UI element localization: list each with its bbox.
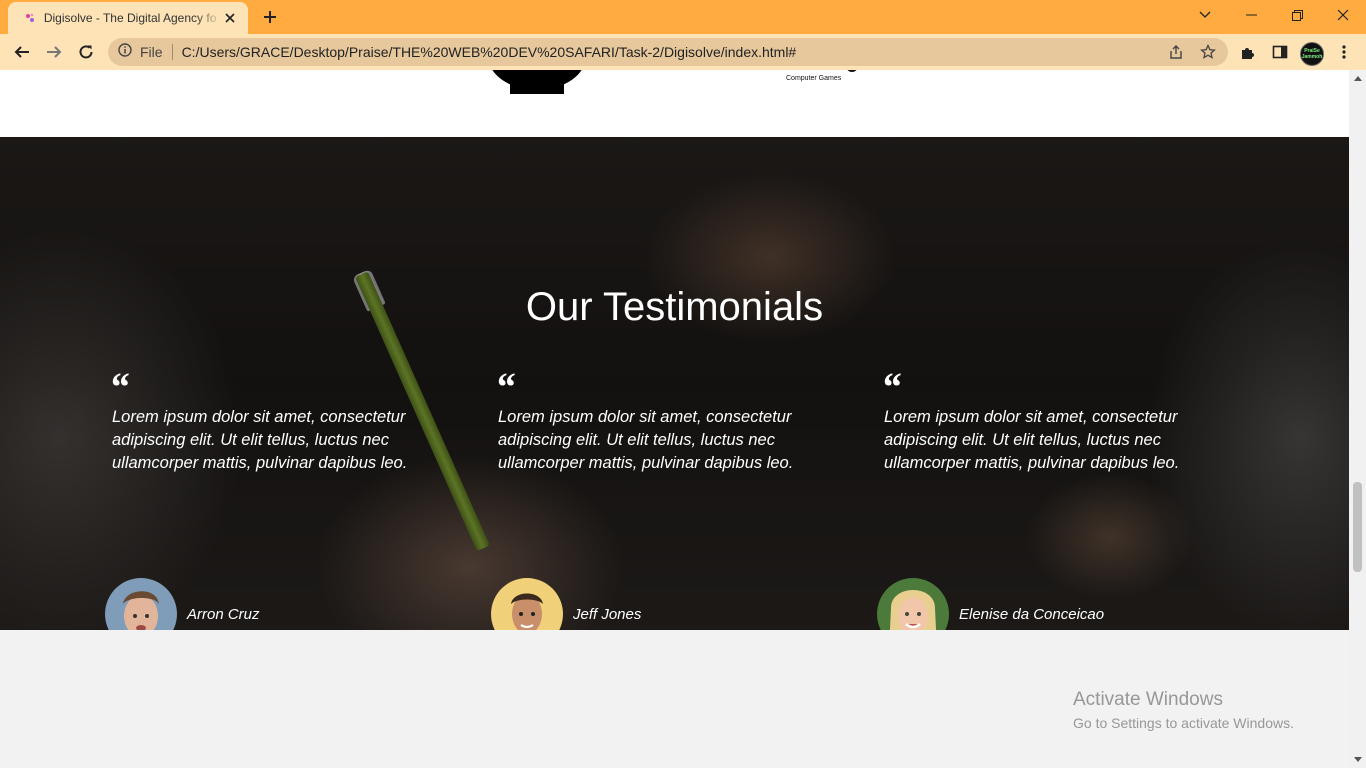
tab-search-icon[interactable]	[1182, 0, 1228, 30]
url-divider	[171, 44, 173, 60]
address-bar[interactable]: File C:/Users/GRACE/Desktop/Praise/THE%2…	[108, 38, 1228, 66]
minimize-button[interactable]	[1228, 0, 1274, 30]
testimonial-quote: Lorem ipsum dolor sit amet, consectetur …	[884, 408, 1180, 472]
testimonial-quote: Lorem ipsum dolor sit amet, consectetur …	[112, 408, 408, 472]
quote-mark-icon: “	[495, 364, 515, 409]
client-caption: Computer Games	[786, 75, 842, 82]
url-scheme-label: File	[140, 44, 163, 60]
author-name: Jeff Jones	[573, 605, 642, 623]
testimonial-card: “ Lorem ipsum dolor sit amet, consectetu…	[491, 364, 811, 630]
testimonial-author: Arron Cruz	[105, 578, 260, 630]
quote-mark-icon: “	[881, 364, 901, 409]
testimonials-section: Our Testimonials “ Lorem ipsum dolor sit…	[0, 137, 1349, 630]
testimonial-author: Elenise da Conceicao	[877, 578, 1104, 630]
author-avatar	[491, 578, 563, 630]
client-logo-mark-icon	[846, 70, 858, 72]
browser-menu-icon[interactable]	[1332, 40, 1356, 64]
watermark-subtitle: Go to Settings to activate Windows.	[1073, 715, 1294, 731]
tab-title: Digisolve - The Digital Agency fo	[43, 11, 217, 25]
clients-section: Computer Games	[0, 70, 1349, 137]
page-viewport: Computer Games Our Testimonials “ Lorem …	[0, 70, 1349, 768]
close-window-button[interactable]	[1320, 0, 1366, 30]
page-scrollbar[interactable]	[1349, 70, 1366, 768]
side-panel-icon[interactable]	[1268, 40, 1292, 64]
profile-line-2: Jammoh	[1301, 54, 1323, 60]
browser-tab-strip: Digisolve - The Digital Agency fo	[0, 0, 1366, 34]
browser-tab[interactable]: Digisolve - The Digital Agency fo	[8, 2, 248, 34]
testimonial-card: “ Lorem ipsum dolor sit amet, consectetu…	[877, 364, 1197, 630]
client-logo-icon	[488, 70, 586, 94]
url-text[interactable]: C:/Users/GRACE/Desktop/Praise/THE%20WEB%…	[182, 44, 797, 60]
activate-windows-watermark: Activate Windows Go to Settings to activ…	[1073, 689, 1294, 731]
author-name: Elenise da Conceicao	[959, 605, 1105, 623]
author-avatar	[105, 578, 177, 630]
extensions-icon[interactable]	[1236, 40, 1260, 64]
bookmark-star-icon[interactable]	[1197, 42, 1219, 62]
testimonial-author: Jeff Jones	[491, 578, 641, 630]
testimonial-card: “ Lorem ipsum dolor sit amet, consectetu…	[105, 364, 425, 630]
reload-button[interactable]	[74, 40, 98, 64]
share-icon[interactable]	[1165, 42, 1187, 62]
section-title: Our Testimonials	[525, 285, 824, 329]
restore-button[interactable]	[1274, 0, 1320, 30]
author-name: Arron Cruz	[187, 605, 260, 623]
site-info-icon[interactable]	[118, 42, 132, 62]
new-tab-button[interactable]	[258, 5, 282, 29]
author-avatar	[877, 578, 949, 630]
back-button[interactable]	[10, 40, 34, 64]
scroll-up-arrow-icon[interactable]	[1349, 70, 1366, 87]
forward-button[interactable]	[42, 40, 66, 64]
scrollbar-thumb[interactable]	[1353, 482, 1362, 572]
tab-close-icon[interactable]	[222, 10, 238, 26]
browser-toolbar: File C:/Users/GRACE/Desktop/Praise/THE%2…	[0, 34, 1366, 70]
testimonial-quote: Lorem ipsum dolor sit amet, consectetur …	[498, 408, 794, 472]
quote-mark-icon: “	[109, 364, 129, 409]
site-favicon-icon	[22, 10, 38, 26]
scroll-down-arrow-icon[interactable]	[1349, 751, 1366, 768]
watermark-title: Activate Windows	[1073, 689, 1223, 710]
profile-avatar[interactable]: PraiSe Jammoh	[1300, 42, 1324, 66]
